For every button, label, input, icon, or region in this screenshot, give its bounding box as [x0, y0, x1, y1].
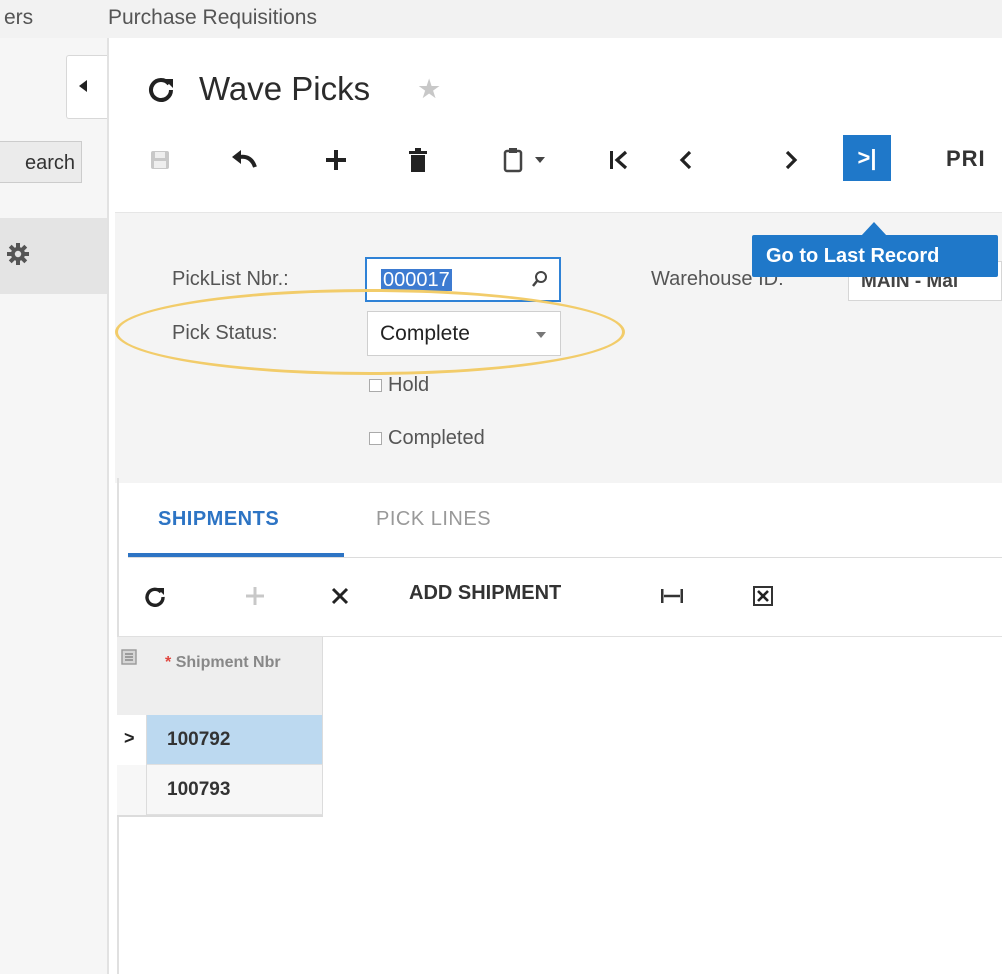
- sidebar-collapse-button[interactable]: [66, 55, 107, 119]
- save-button[interactable]: [145, 140, 175, 180]
- grid-refresh-button[interactable]: [140, 578, 170, 614]
- previous-record-button[interactable]: [670, 140, 702, 180]
- fit-columns-button[interactable]: [657, 578, 687, 614]
- completed-checkbox[interactable]: [369, 432, 382, 445]
- file-attachment-icon: [121, 649, 137, 665]
- trash-icon: [409, 148, 427, 172]
- hold-checkbox[interactable]: [369, 379, 382, 392]
- gear-icon: [7, 243, 29, 265]
- add-shipment-button[interactable]: ADD SHIPMENT: [409, 582, 561, 605]
- grid-bottom-border: [117, 815, 323, 817]
- delete-button[interactable]: [403, 140, 433, 180]
- required-marker: *: [165, 654, 172, 671]
- clipboard-icon: [503, 148, 523, 173]
- column-header-label-group: * Shipment Nbr: [165, 651, 295, 675]
- completed-checkbox-row[interactable]: Completed: [369, 427, 485, 450]
- first-record-icon: [610, 150, 628, 170]
- top-breadcrumb-bar: ers Purchase Requisitions: [0, 0, 1002, 38]
- hold-label: Hold: [388, 374, 430, 396]
- completed-label: Completed: [388, 427, 485, 449]
- breadcrumb-item-partial[interactable]: ers: [4, 6, 33, 30]
- last-record-tooltip: Go to Last Record: [752, 235, 998, 277]
- grid-header-corner[interactable]: [117, 637, 148, 715]
- hold-checkbox-row[interactable]: Hold: [369, 374, 429, 397]
- plus-icon: [246, 587, 264, 605]
- search-icon[interactable]: [531, 270, 549, 288]
- next-record-button[interactable]: [775, 140, 807, 180]
- undo-button[interactable]: [228, 140, 260, 180]
- first-record-button[interactable]: [603, 140, 635, 180]
- excel-export-icon: [753, 586, 773, 606]
- table-row-cell[interactable]: 100792: [147, 715, 323, 765]
- refresh-icon: [145, 587, 165, 607]
- chevron-left-icon: [679, 150, 692, 170]
- page-title: Wave Picks: [199, 70, 371, 107]
- copy-paste-dropdown-button[interactable]: [494, 140, 554, 180]
- chevron-down-icon: [535, 157, 545, 163]
- column-header-label: Shipment Nbr: [175, 654, 281, 671]
- fit-width-icon: [661, 589, 683, 603]
- row-indicator[interactable]: [117, 765, 147, 815]
- last-record-button[interactable]: >|: [843, 135, 891, 181]
- picklist-nbr-label: PickList Nbr.:: [172, 268, 289, 290]
- sidebar-item-settings[interactable]: [0, 218, 107, 294]
- undo-icon: [232, 150, 257, 168]
- grid-add-row-button[interactable]: [240, 578, 270, 614]
- favorite-star-icon[interactable]: ★: [417, 74, 441, 105]
- add-record-button[interactable]: [320, 140, 352, 180]
- print-menu-button[interactable]: PRI: [946, 146, 986, 172]
- chevron-right-icon: [785, 150, 798, 170]
- refresh-icon[interactable]: [147, 75, 175, 103]
- tooltip-arrow: [861, 222, 887, 236]
- save-icon: [151, 151, 169, 169]
- plus-icon: [326, 150, 346, 170]
- tab-shipments[interactable]: SHIPMENTS: [158, 508, 279, 531]
- row-indicator[interactable]: >: [117, 715, 147, 765]
- export-excel-button[interactable]: [748, 578, 778, 614]
- tab-divider: [128, 557, 1002, 558]
- collapse-arrow-icon: [79, 80, 87, 92]
- highlight-annotation: [115, 289, 625, 375]
- grid-delete-row-button[interactable]: [325, 578, 355, 614]
- close-icon: [331, 587, 349, 605]
- table-row-cell[interactable]: 100793: [147, 765, 323, 815]
- row-selector-icon: >: [124, 728, 135, 748]
- tab-pick-lines[interactable]: PICK LINES: [376, 508, 491, 531]
- sidebar-search-button[interactable]: earch: [0, 141, 82, 183]
- picklist-nbr-value[interactable]: 000017: [381, 269, 452, 291]
- column-header-shipment-nbr[interactable]: * Shipment Nbr: [147, 637, 323, 715]
- breadcrumb-item-purchase-requisitions[interactable]: Purchase Requisitions: [108, 6, 317, 30]
